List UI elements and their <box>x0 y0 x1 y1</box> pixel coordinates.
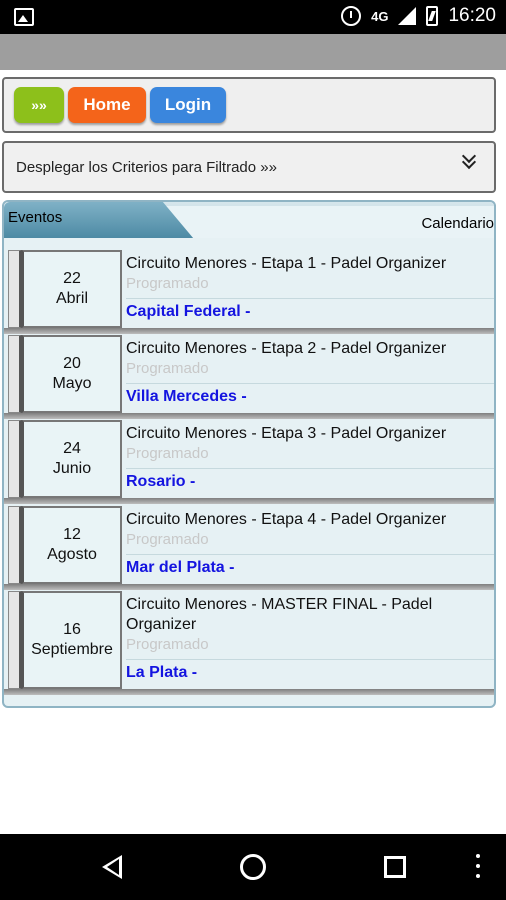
toolbar-panel: »» Home Login <box>2 77 496 133</box>
event-title[interactable]: Circuito Menores - Etapa 4 - Padel Organ… <box>126 506 494 530</box>
home-icon[interactable] <box>240 854 266 880</box>
event-day: 20 <box>63 355 81 372</box>
image-notification-icon <box>14 8 34 26</box>
event-item[interactable]: 22 Abril Circuito Menores - Etapa 1 - Pa… <box>4 250 494 334</box>
event-item[interactable]: 20 Mayo Circuito Menores - Etapa 2 - Pad… <box>4 335 494 419</box>
event-month: Agosto <box>47 546 97 563</box>
tab-calendario[interactable]: Calendario <box>164 202 494 238</box>
home-button[interactable]: Home <box>68 87 146 123</box>
clock: 16:20 <box>448 5 496 26</box>
event-date: 22 Abril <box>22 250 122 328</box>
login-button[interactable]: Login <box>150 87 226 123</box>
event-title[interactable]: Circuito Menores - Etapa 1 - Padel Organ… <box>126 250 494 274</box>
event-day: 22 <box>63 270 81 287</box>
event-status: Programado <box>126 531 209 548</box>
event-status: Programado <box>126 360 209 377</box>
event-location[interactable]: La Plata - <box>126 664 197 682</box>
signal-icon <box>398 7 417 25</box>
event-status: Programado <box>126 445 209 462</box>
events-panel: Eventos Calendario 22 Abril Circuito Men… <box>2 200 496 708</box>
event-location[interactable]: Mar del Plata - <box>126 559 234 577</box>
navigation-bar <box>0 834 506 900</box>
event-location[interactable]: Villa Mercedes - <box>126 388 247 406</box>
status-bar: 4G 16:20 <box>0 0 506 34</box>
event-item[interactable]: 12 Agosto Circuito Menores - Etapa 4 - P… <box>4 506 494 590</box>
status-icons: 4G 16:20 <box>341 5 496 27</box>
tab-eventos[interactable]: Eventos <box>4 202 154 238</box>
tab-bar: Eventos Calendario <box>4 202 494 238</box>
event-month: Septiembre <box>31 641 113 658</box>
event-item[interactable]: 16 Septiembre Circuito Menores - MASTER … <box>4 591 494 695</box>
more-button[interactable]: »» <box>14 87 64 123</box>
overflow-menu-icon[interactable] <box>476 854 480 884</box>
event-day: 24 <box>63 440 81 457</box>
event-date: 16 Septiembre <box>22 591 122 689</box>
battery-charging-icon <box>426 6 439 26</box>
recent-apps-icon[interactable] <box>384 856 406 878</box>
event-day: 12 <box>63 526 81 543</box>
event-title[interactable]: Circuito Menores - MASTER FINAL - Padel … <box>126 591 466 635</box>
event-title[interactable]: Circuito Menores - Etapa 3 - Padel Organ… <box>126 420 494 444</box>
event-location[interactable]: Capital Federal - <box>126 303 250 321</box>
event-location[interactable]: Rosario - <box>126 473 195 491</box>
event-month: Mayo <box>52 375 92 392</box>
event-status: Programado <box>126 275 209 292</box>
tab-calendario-label: Calendario <box>421 215 494 232</box>
event-date: 20 Mayo <box>22 335 122 413</box>
event-status: Programado <box>126 636 209 653</box>
event-date: 12 Agosto <box>22 506 122 584</box>
app-bar <box>0 34 506 70</box>
event-title[interactable]: Circuito Menores - Etapa 2 - Padel Organ… <box>126 335 494 359</box>
tab-eventos-label: Eventos <box>8 209 63 226</box>
network-type: 4G <box>371 8 389 24</box>
event-date: 24 Junio <box>22 420 122 498</box>
filter-toggle[interactable]: Desplegar los Criterios para Filtrado »» <box>2 141 496 193</box>
filter-label: Desplegar los Criterios para Filtrado »» <box>16 159 277 176</box>
alarm-icon <box>341 6 362 26</box>
event-day: 16 <box>63 621 81 638</box>
back-icon[interactable] <box>102 855 122 879</box>
double-chevron-down-icon <box>461 148 477 173</box>
event-month: Abril <box>55 290 88 307</box>
event-month: Junio <box>52 460 92 477</box>
event-item[interactable]: 24 Junio Circuito Menores - Etapa 3 - Pa… <box>4 420 494 504</box>
